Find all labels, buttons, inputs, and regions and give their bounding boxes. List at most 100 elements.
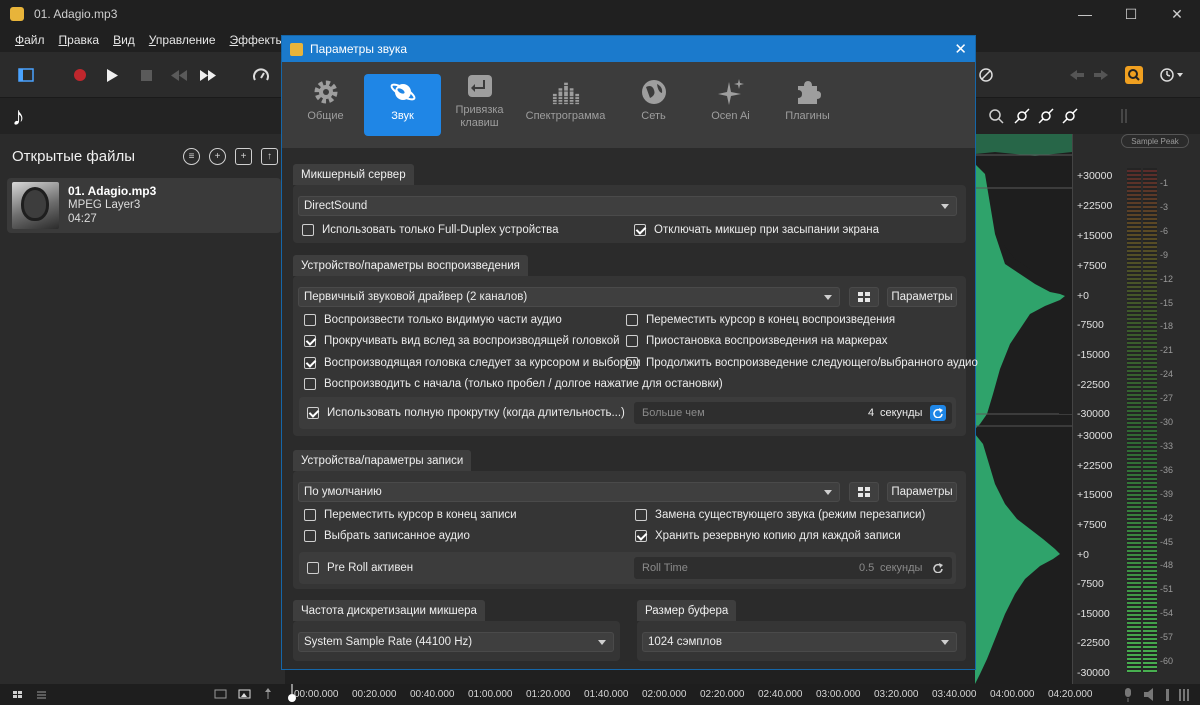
undo-arrow-icon[interactable] xyxy=(1068,66,1086,84)
playback-device-value: Первичный звуковой драйвер (2 каналов) xyxy=(304,291,528,303)
move-cursor-record-checkbox[interactable]: Переместить курсор в конец записи xyxy=(304,509,517,521)
sleep-off-checkbox[interactable]: Отключать микшер при засыпании экрана xyxy=(634,224,879,236)
checkbox-box[interactable] xyxy=(626,357,638,369)
checkbox-box[interactable] xyxy=(304,378,316,390)
full-scroll-checkbox[interactable]: Использовать полную прокрутку (когда дли… xyxy=(307,407,625,419)
playback-option-checkbox[interactable]: Продолжить воспроизведение следующего/вы… xyxy=(626,357,978,369)
menu-effects[interactable]: Эффекты xyxy=(230,33,285,47)
duplicate-icon[interactable]: + xyxy=(235,148,252,165)
sidebar-toggle-icon[interactable] xyxy=(17,66,35,84)
tab-key-bindings[interactable]: Привязка клавиш xyxy=(441,68,518,130)
playback-option-label: Переместить курсор в конец воспроизведен… xyxy=(646,314,896,326)
checkbox-box[interactable] xyxy=(304,509,316,521)
maximize-button[interactable]: ☐ xyxy=(1108,0,1154,28)
checkbox-box[interactable] xyxy=(304,314,316,326)
checkbox-box-checked[interactable] xyxy=(307,407,319,419)
amplitude-tick-label: -7500 xyxy=(1077,319,1104,331)
playback-option-checkbox[interactable]: Прокручивать вид вслед за воспроизводяще… xyxy=(304,335,620,347)
menu-control[interactable]: Управление xyxy=(149,33,216,47)
library-bar: ♪ xyxy=(0,98,285,134)
caption-icon xyxy=(214,689,227,699)
record-device-select[interactable]: По умолчанию xyxy=(298,482,840,502)
record-devices-grid-button[interactable] xyxy=(849,482,879,502)
more-than-field[interactable]: Больше чем 4 секунды xyxy=(634,402,952,424)
close-window-button[interactable]: ✕ xyxy=(1154,0,1200,28)
playback-option-checkbox[interactable]: Воспроизвести только видимую части аудио xyxy=(304,314,562,326)
file-format: MPEG Layer3 xyxy=(68,199,141,211)
record-icon[interactable] xyxy=(71,66,89,84)
tab-ocen-ai[interactable]: Ocen Ai xyxy=(692,74,769,136)
backup-checkbox[interactable]: Хранить резервную копию для каждой запис… xyxy=(635,530,901,542)
checkbox-box-checked[interactable] xyxy=(304,335,316,347)
checkbox-box[interactable] xyxy=(304,530,316,542)
menu-edit[interactable]: Правка xyxy=(59,33,100,47)
history-icon[interactable] xyxy=(1158,66,1186,84)
mixer-server-select[interactable]: DirectSound xyxy=(298,196,957,216)
overwrite-checkbox[interactable]: Замена существующего звука (режим переза… xyxy=(635,509,925,521)
playback-devices-grid-button[interactable] xyxy=(849,287,879,307)
tab-spectrogram[interactable]: Спектрограмма xyxy=(518,74,613,136)
file-list-item[interactable]: 01. Adagio.mp3 MPEG Layer3 04:27 xyxy=(7,178,281,233)
speed-gauge-icon[interactable] xyxy=(252,66,270,84)
upload-icon[interactable]: ↑ xyxy=(261,148,278,165)
filter-icon[interactable]: ≡ xyxy=(183,148,200,165)
seconds-value[interactable]: 4 xyxy=(868,407,874,419)
playback-option-checkbox[interactable]: Воспроизводить с начала (только пробел /… xyxy=(304,378,723,390)
play-icon[interactable] xyxy=(103,66,121,84)
stop-icon[interactable] xyxy=(137,66,155,84)
checkbox-box-checked[interactable] xyxy=(635,530,647,542)
music-note-icon[interactable]: ♪ xyxy=(12,101,25,132)
checkbox-box[interactable] xyxy=(626,335,638,347)
planet-icon xyxy=(389,78,417,106)
tab-sound[interactable]: Звук xyxy=(364,74,441,136)
checkbox-box[interactable] xyxy=(626,314,638,326)
search-audio-icon[interactable] xyxy=(1125,66,1143,84)
sample-rate-value: System Sample Rate (44100 Hz) xyxy=(304,636,473,648)
playback-option-checkbox[interactable]: Приостановка воспроизведения на маркерах xyxy=(626,335,888,347)
buffer-size-select[interactable]: 1024 сэмплов xyxy=(642,632,957,652)
minimize-button[interactable]: — xyxy=(1062,0,1108,28)
db-tick-label: -12 xyxy=(1160,273,1174,284)
menu-file[interactable]: Файл xyxy=(15,33,45,47)
sample-peak-button[interactable]: Sample Peak xyxy=(1121,134,1189,148)
sparkle-icon xyxy=(717,78,745,106)
playback-option-checkbox[interactable]: Воспроизводящая головка следует за курсо… xyxy=(304,357,640,369)
menu-view[interactable]: Вид xyxy=(113,33,135,47)
timeline-tick-label: 03:40.000 xyxy=(932,689,977,700)
checkbox-box[interactable] xyxy=(635,509,647,521)
playback-params-button[interactable]: Параметры xyxy=(887,287,957,307)
record-params-button[interactable]: Параметры xyxy=(887,482,957,502)
tab-general[interactable]: Общие xyxy=(287,74,364,136)
dialog-close-button[interactable]: ✕ xyxy=(954,40,967,58)
playback-device-select[interactable]: Первичный звуковой драйвер (2 каналов) xyxy=(298,287,840,307)
preroll-checkbox[interactable]: Pre Roll активен xyxy=(307,562,413,574)
db-tick-label: -24 xyxy=(1160,369,1174,380)
playback-option-checkbox[interactable]: Переместить курсор в конец воспроизведен… xyxy=(626,314,895,326)
add-file-icon[interactable]: + xyxy=(209,148,226,165)
checkbox-box[interactable] xyxy=(302,224,314,236)
tab-plugins[interactable]: Плагины xyxy=(769,74,846,136)
roll-time-label: Roll Time xyxy=(642,562,688,574)
redo-arrow-icon[interactable] xyxy=(1092,66,1110,84)
sleep-off-label: Отключать микшер при засыпании экрана xyxy=(654,224,879,236)
dialog-title-bar: Параметры звука xyxy=(282,36,975,62)
tab-network[interactable]: Сеть xyxy=(615,74,692,136)
tab-sound-label: Звук xyxy=(391,110,414,122)
checkbox-box-checked[interactable] xyxy=(304,357,316,369)
full-duplex-checkbox[interactable]: Использовать только Full-Duplex устройст… xyxy=(302,224,559,236)
checkbox-box-checked[interactable] xyxy=(634,224,646,236)
sample-rate-select[interactable]: System Sample Rate (44100 Hz) xyxy=(298,632,614,652)
rewind-icon[interactable] xyxy=(170,66,188,84)
roll-time-field[interactable]: Roll Time 0.5 секунды xyxy=(634,557,952,579)
album-art-thumbnail xyxy=(12,182,59,229)
timeline-ruler[interactable]: 00:00.000 00:20.000 00:40.000 01:00.000 01:2… xyxy=(285,684,1093,705)
fast-forward-icon[interactable] xyxy=(199,66,217,84)
no-pen-icon[interactable] xyxy=(977,66,995,84)
reset-icon[interactable] xyxy=(930,405,946,421)
reset-icon[interactable] xyxy=(930,560,946,576)
roll-time-value[interactable]: 0.5 xyxy=(859,562,874,574)
checkbox-box[interactable] xyxy=(307,562,319,574)
select-recorded-checkbox[interactable]: Выбрать записанное аудио xyxy=(304,530,470,542)
amplitude-tick-label: +30000 xyxy=(1077,430,1113,442)
waveform-canvas[interactable] xyxy=(975,134,1072,684)
